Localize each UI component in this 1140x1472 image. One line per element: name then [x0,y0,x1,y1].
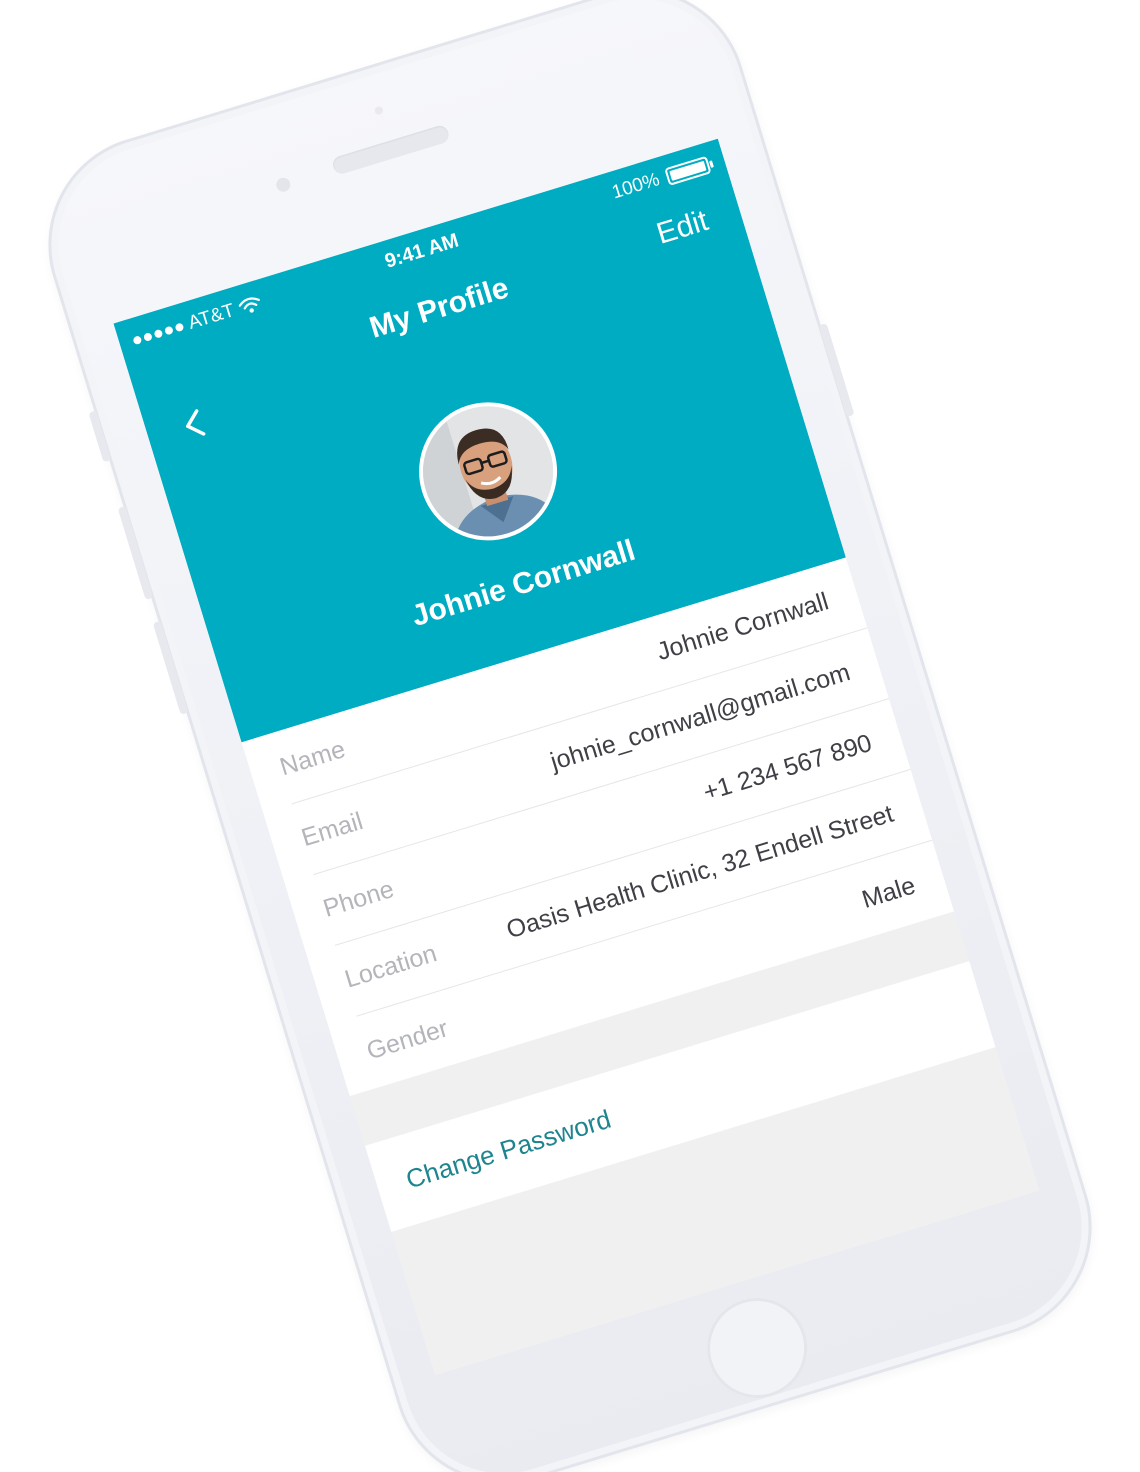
field-label: Location [341,939,441,994]
field-label: Phone [319,874,398,923]
phone-device: AT&T 9:41 AM 100% My Profile Edit Johnie… [21,0,1119,1472]
field-value: Male [858,870,919,914]
field-label: Name [276,735,349,782]
field-label: Gender [363,1013,452,1065]
screen: AT&T 9:41 AM 100% My Profile Edit Johnie… [113,138,1040,1376]
battery-percent: 100% [609,169,663,204]
battery-fill [669,160,707,181]
field-label: Email [298,807,367,853]
stage: AT&T 9:41 AM 100% My Profile Edit Johnie… [0,0,1140,1472]
avatar[interactable] [401,385,575,558]
battery-icon [664,155,712,186]
user-photo [406,390,570,553]
change-password-link[interactable]: Change Password [402,1103,614,1195]
